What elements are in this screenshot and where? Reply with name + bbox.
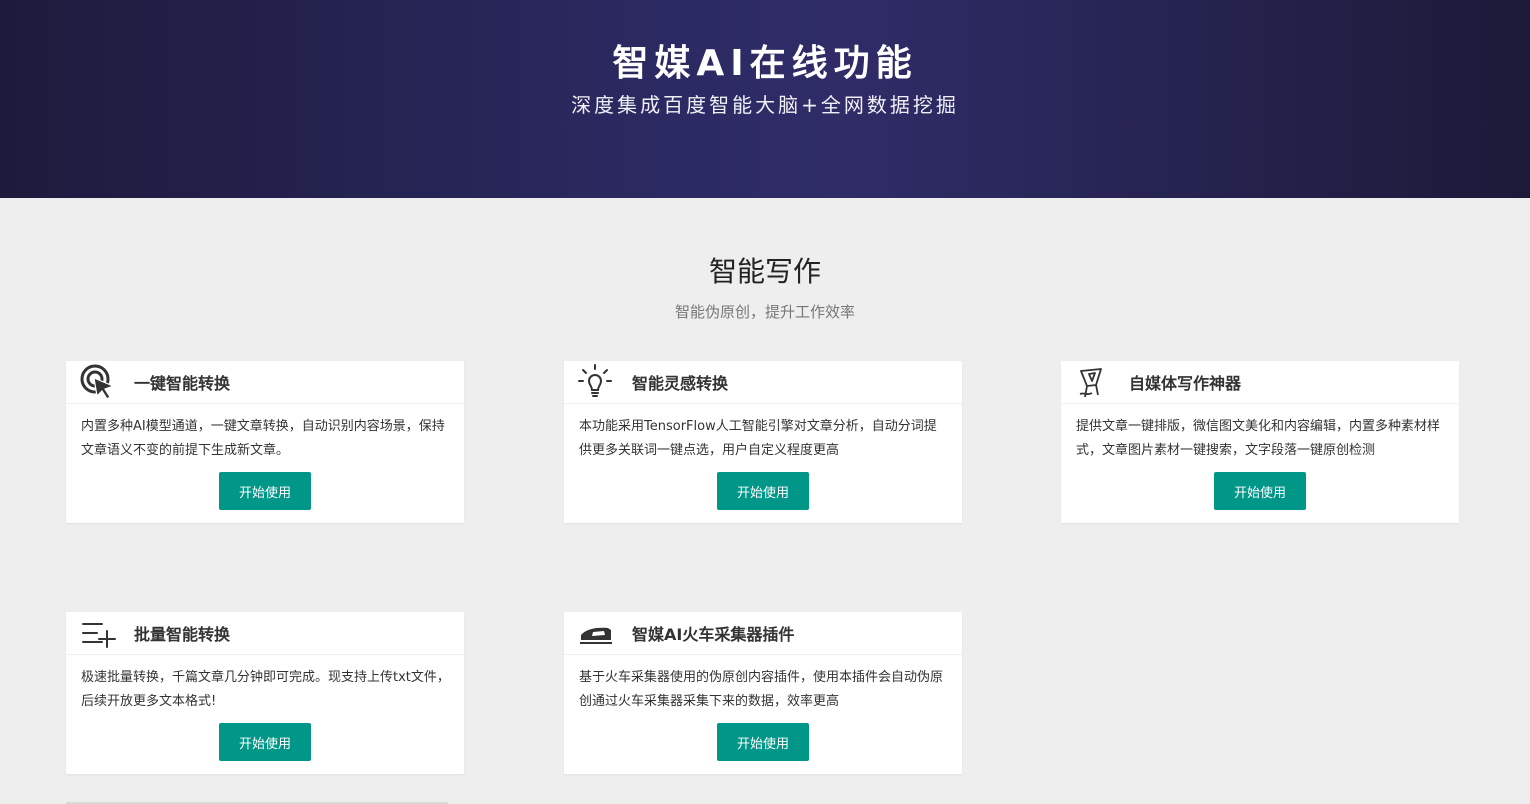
- feature-card-batch-convert: 批量智能转换 极速批量转换，千篇文章几分钟即可完成。现支持上传txt文件，后续开…: [66, 612, 464, 774]
- card-header: 批量智能转换: [66, 612, 464, 655]
- start-button[interactable]: 开始使用: [717, 472, 809, 510]
- train-icon: [578, 615, 616, 651]
- card-description: 内置多种AI模型通道，一键文章转换，自动识别内容场景，保持文章语义不变的前提下生…: [81, 419, 445, 458]
- hero-subtitle: 深度集成百度智能大脑+全网数据挖掘: [571, 93, 959, 117]
- card-title: 一键智能转换: [134, 374, 231, 393]
- card-title: 自媒体写作神器: [1129, 374, 1242, 393]
- lightbulb-icon: [578, 364, 616, 400]
- start-button[interactable]: 开始使用: [219, 723, 311, 761]
- card-description: 本功能采用TensorFlow人工智能引擎对文章分析，自动分词提供更多关联词一键…: [579, 419, 937, 458]
- card-title: 批量智能转换: [134, 625, 231, 644]
- card-header: 一键智能转换: [66, 361, 464, 404]
- feature-card-train-collector-plugin: 智媒AI火车采集器插件 基于火车采集器使用的伪原创内容插件，使用本插件会自动伪原…: [564, 612, 962, 774]
- start-button[interactable]: 开始使用: [717, 723, 809, 761]
- card-title: 智能灵感转换: [632, 374, 729, 393]
- card-description: 极速批量转换，千篇文章几分钟即可完成。现支持上传txt文件，后续开放更多文本格式…: [81, 670, 450, 709]
- hero-banner: 智媒AI在线功能 深度集成百度智能大脑+全网数据挖掘: [0, 0, 1530, 198]
- section-title: 智能写作: [708, 255, 821, 288]
- card-title: 智媒AI火车采集器插件: [632, 625, 795, 644]
- list-add-icon: [80, 615, 118, 651]
- feature-card-one-click-convert: 一键智能转换 内置多种AI模型通道，一键文章转换，自动识别内容场景，保持文章语义…: [66, 361, 464, 523]
- card-header: 智能灵感转换: [564, 361, 962, 404]
- card-header: 自媒体写作神器: [1061, 361, 1459, 404]
- pen-cup-icon: [1075, 364, 1113, 400]
- section-subtitle: 智能伪原创，提升工作效率: [674, 303, 855, 321]
- feature-card-inspiration-convert: 智能灵感转换 本功能采用TensorFlow人工智能引擎对文章分析，自动分词提供…: [564, 361, 962, 523]
- cursor-click-icon: [80, 364, 118, 400]
- hero-title: 智媒AI在线功能: [612, 43, 918, 84]
- card-description: 基于火车采集器使用的伪原创内容插件，使用本插件会自动伪原创通过火车采集器采集下来…: [579, 670, 944, 709]
- card-header: 智媒AI火车采集器插件: [564, 612, 962, 655]
- feature-card-media-writing: 自媒体写作神器 提供文章一键排版，微信图文美化和内容编辑，内置多种素材样式，文章…: [1061, 361, 1459, 523]
- start-button[interactable]: 开始使用: [1214, 472, 1306, 510]
- start-button[interactable]: 开始使用: [219, 472, 311, 510]
- card-description: 提供文章一键排版，微信图文美化和内容编辑，内置多种素材样式，文章图片素材一键搜索…: [1076, 419, 1441, 458]
